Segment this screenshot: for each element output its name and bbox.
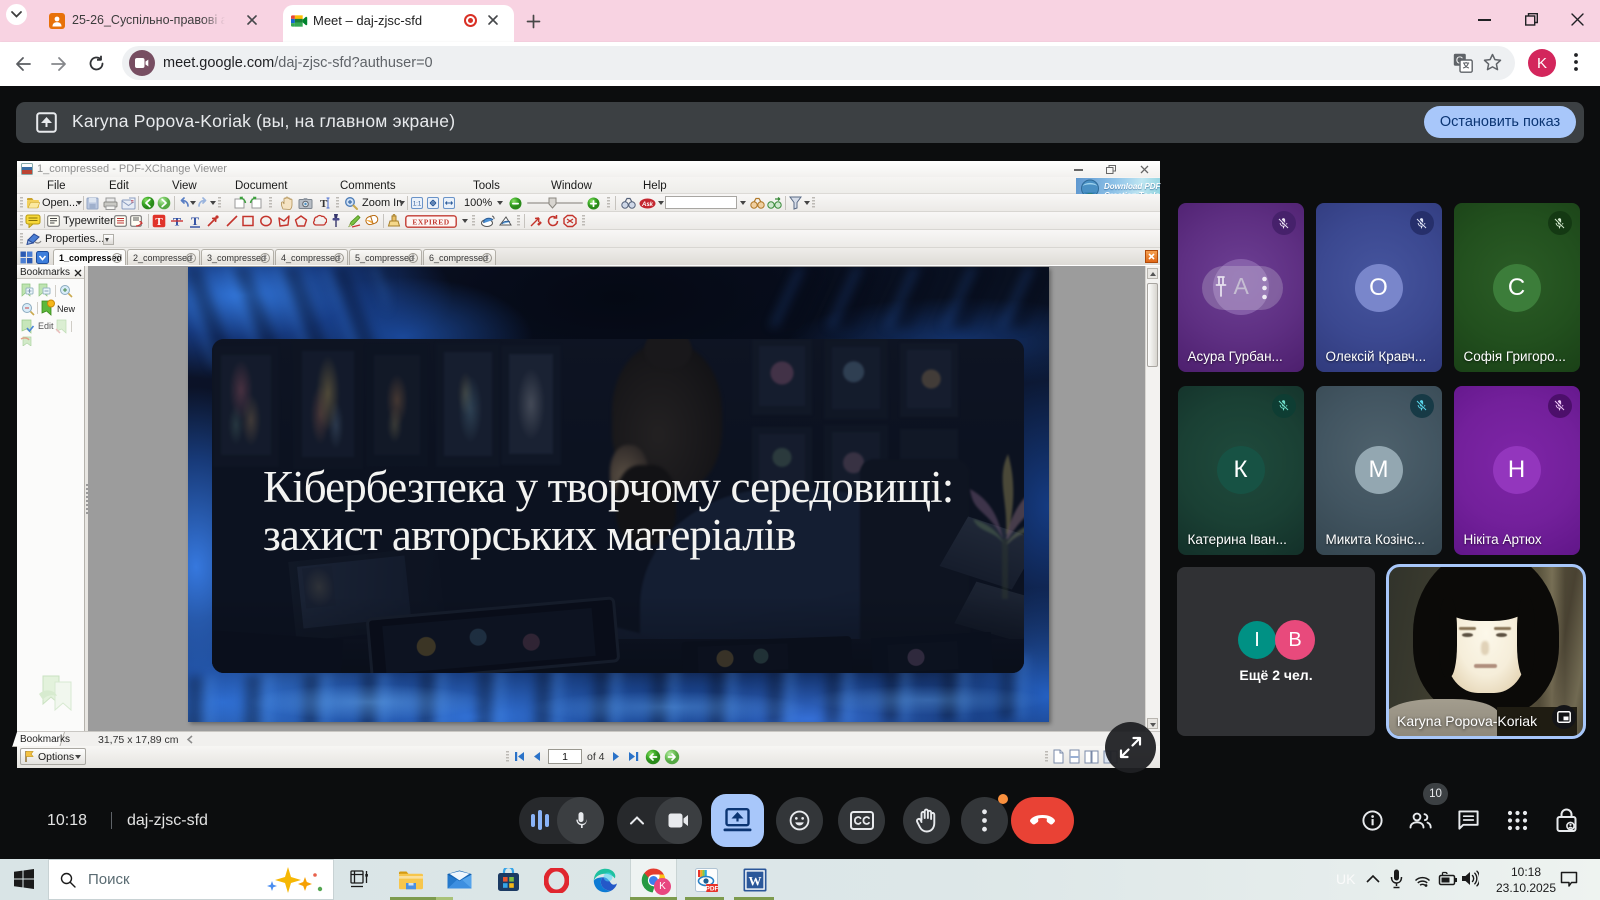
svg-text:W: W bbox=[749, 874, 762, 889]
svg-text:Edit: Edit bbox=[38, 321, 54, 331]
svg-text:T: T bbox=[155, 216, 163, 228]
svg-text:T: T bbox=[191, 214, 199, 228]
svg-text:EXPIRED: EXPIRED bbox=[412, 217, 449, 226]
svg-text:New: New bbox=[57, 304, 76, 314]
svg-text:PDF: PDF bbox=[706, 885, 719, 892]
svg-text:Ask: Ask bbox=[641, 201, 654, 207]
svg-text:1:1: 1:1 bbox=[413, 202, 422, 208]
